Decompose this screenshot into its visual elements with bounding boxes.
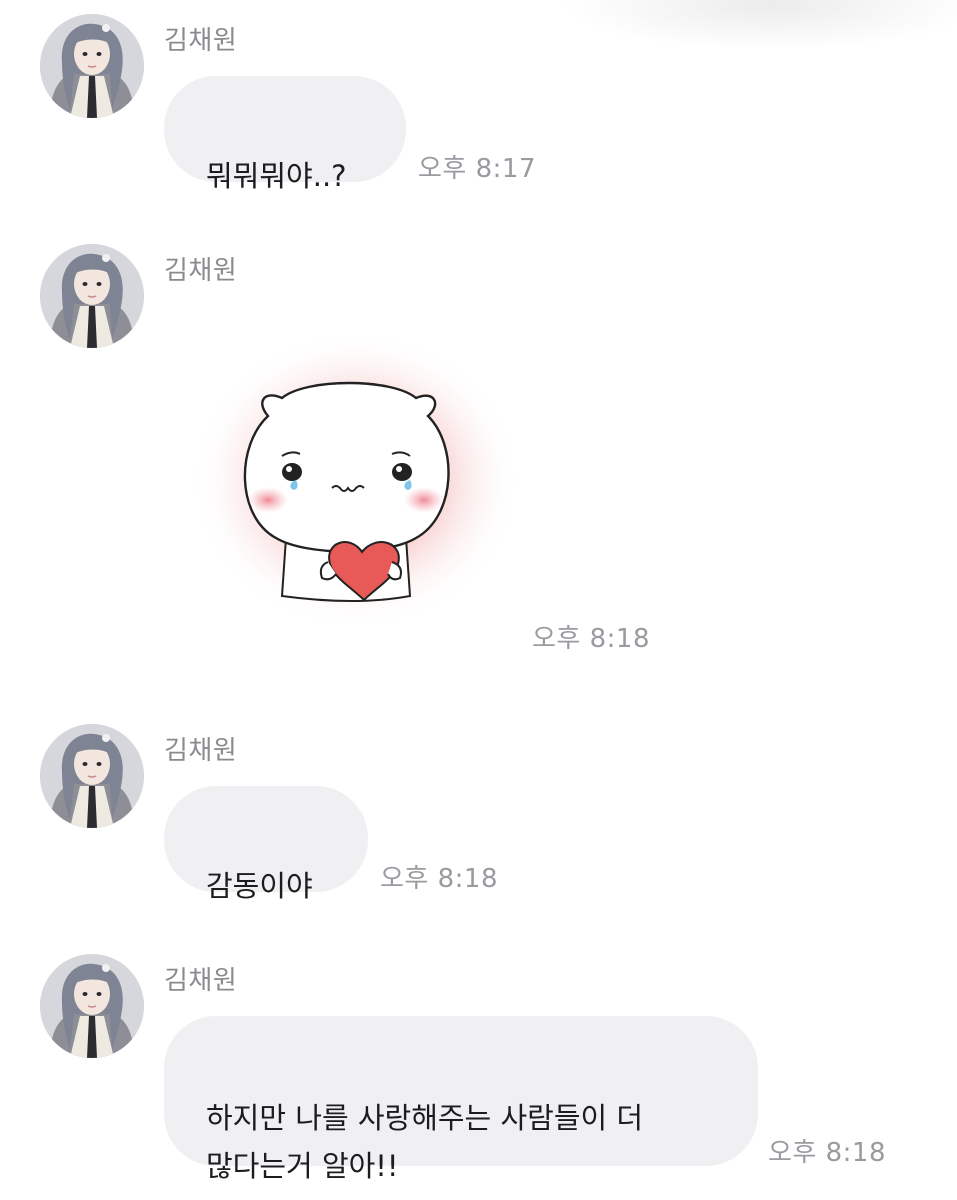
sender-name: 김채원 [164, 966, 238, 996]
message-bubble[interactable]: 하지만 나를 사랑해주는 사람들이 더 많다는거 알아!! [164, 1016, 758, 1183]
message-timestamp: 오후 8:18 [532, 624, 650, 654]
sender-name: 김채원 [164, 26, 238, 56]
message-text: 뭐뭐뭐야..? [206, 159, 347, 193]
crying-hamster-holding-heart-icon[interactable] [191, 336, 536, 638]
message-timestamp: 오후 8:18 [380, 864, 498, 894]
avatar[interactable] [40, 14, 144, 118]
avatar[interactable] [40, 244, 144, 348]
sender-name: 김채원 [164, 256, 238, 286]
avatar[interactable] [40, 954, 144, 1058]
message-text: 하지만 나를 사랑해주는 사람들이 더 많다는거 알아!! [206, 1101, 644, 1183]
message-text: 감동이야 [206, 869, 313, 903]
message-timestamp: 오후 8:18 [768, 1138, 886, 1168]
avatar[interactable] [40, 724, 144, 828]
message-timestamp: 오후 8:17 [418, 154, 536, 184]
top-shadow [560, 0, 957, 50]
message-bubble[interactable]: 뭐뭐뭐야..? [164, 76, 406, 193]
message-bubble[interactable]: 감동이야 [164, 786, 368, 903]
sender-name: 김채원 [164, 736, 238, 766]
